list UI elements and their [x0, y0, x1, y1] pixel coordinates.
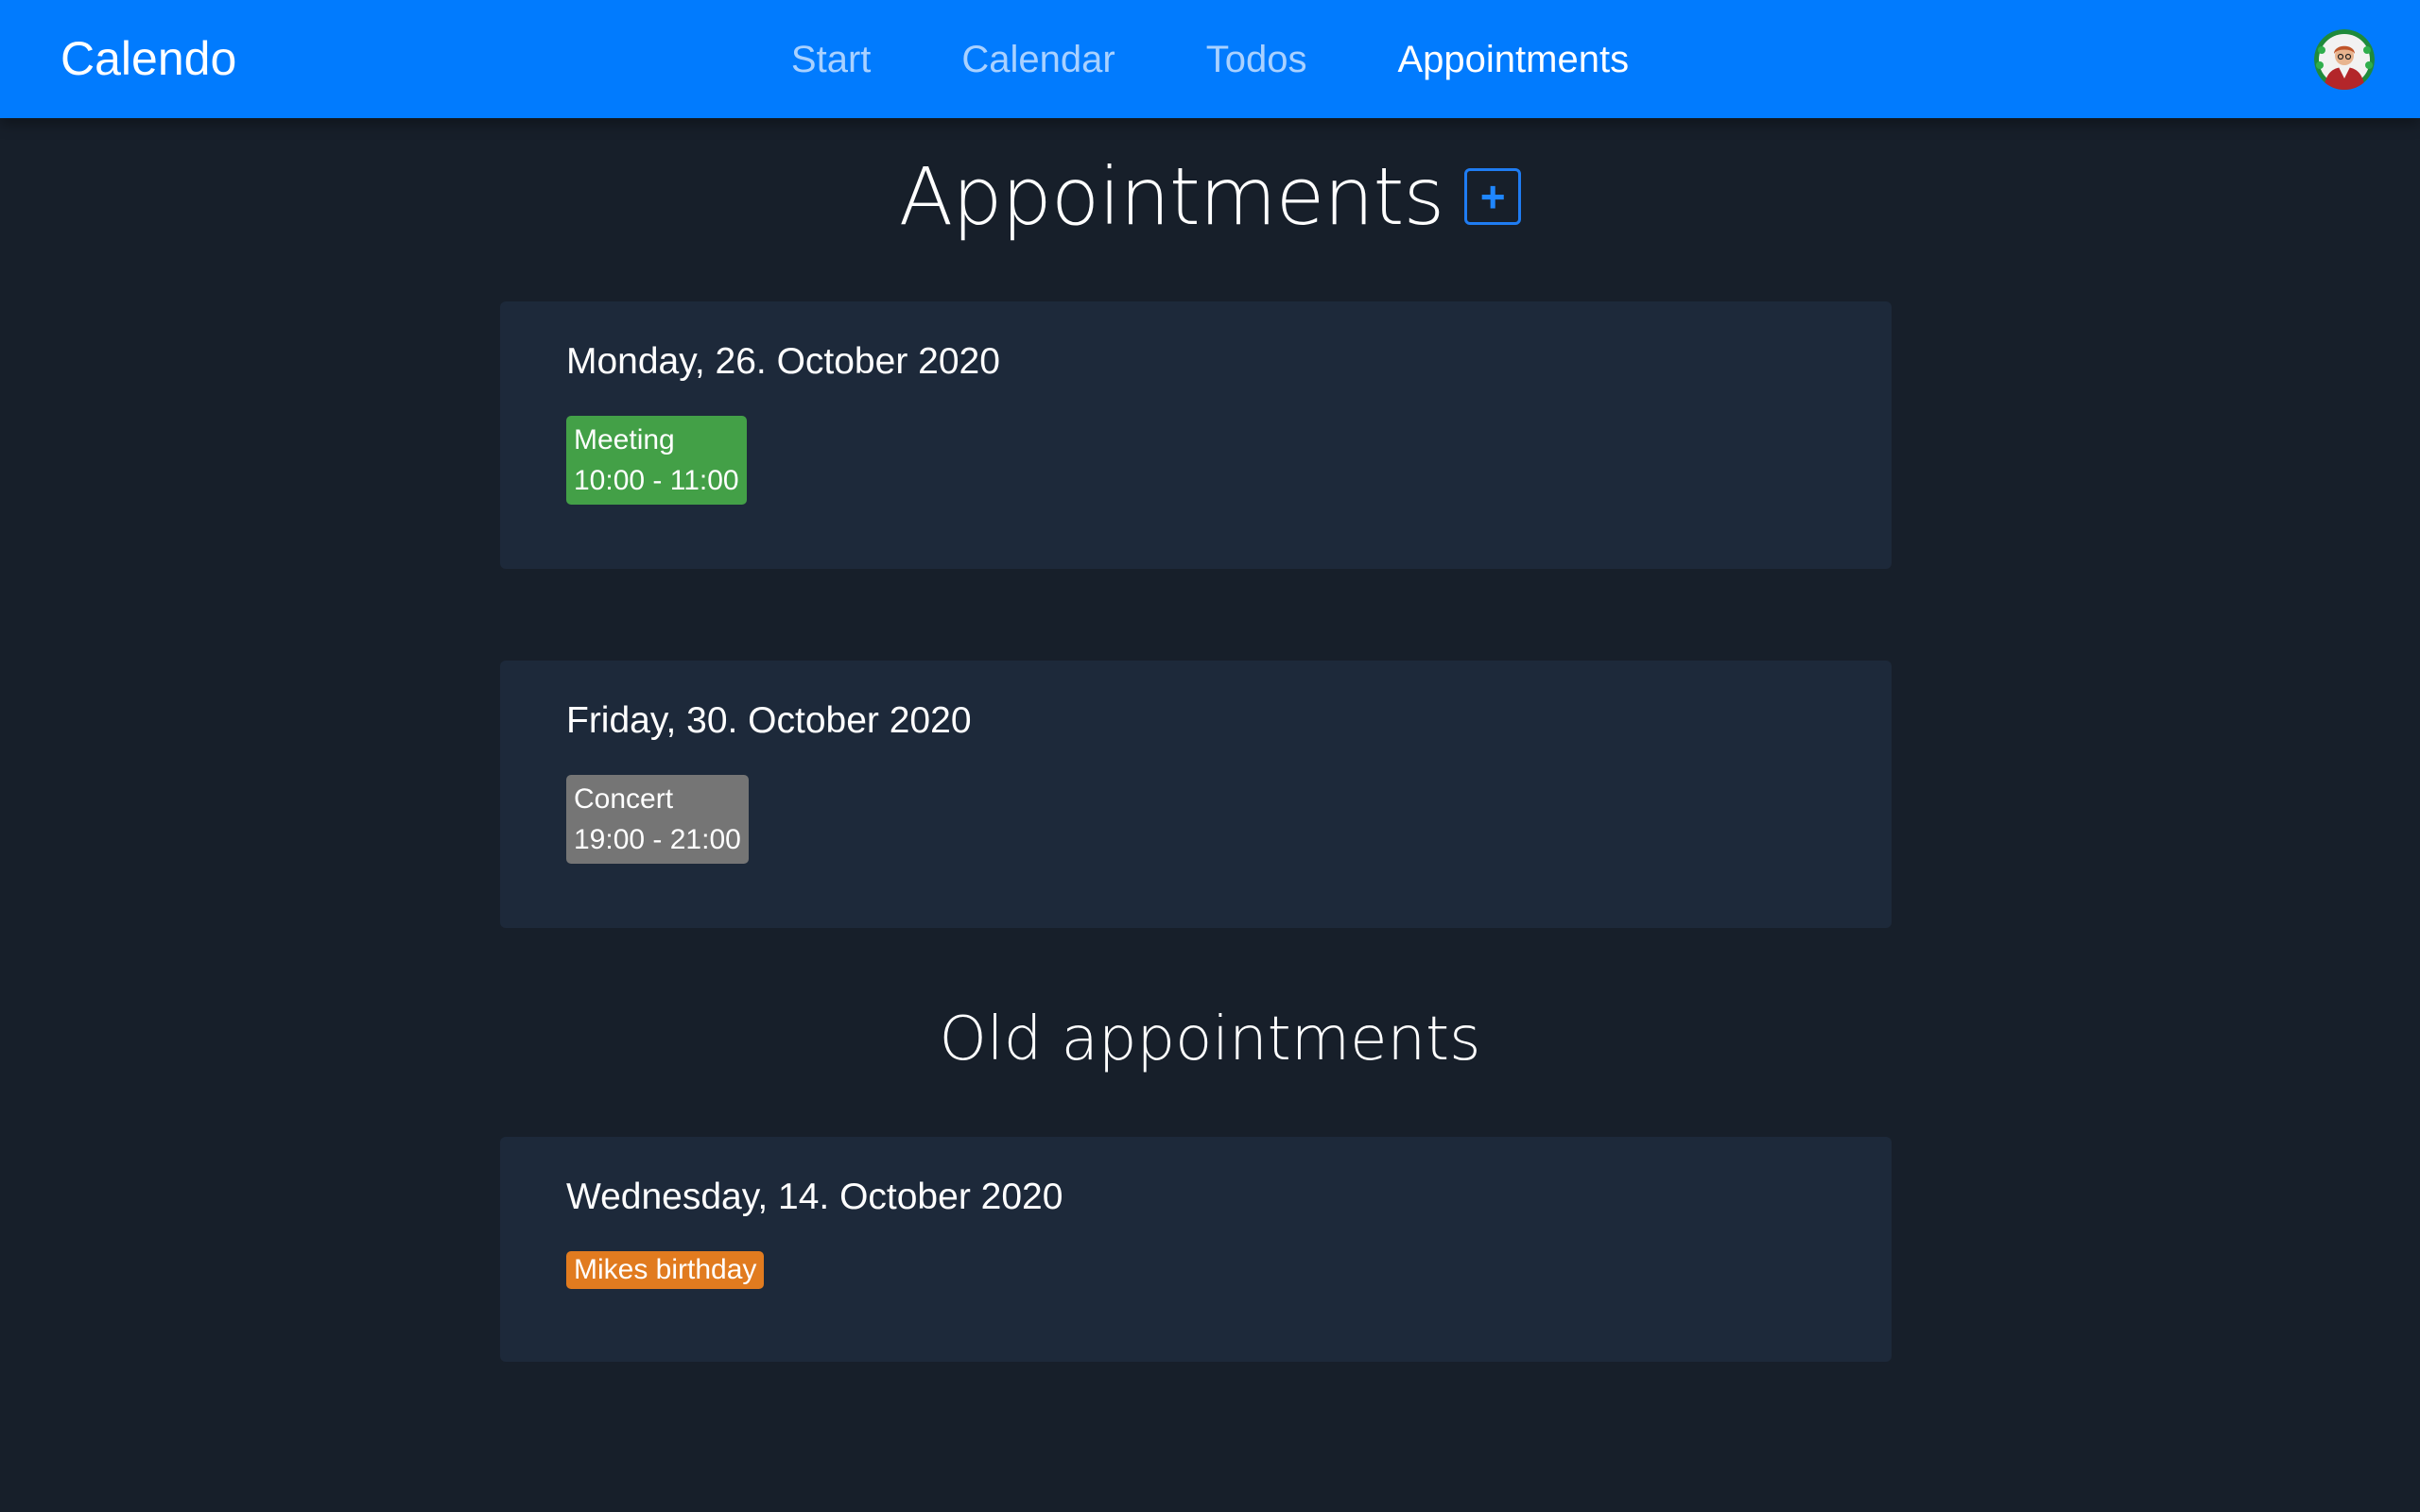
- day-date: Wednesday, 14. October 2020: [566, 1177, 1063, 1217]
- page-title: Appointments: [898, 150, 1444, 243]
- user-avatar-icon[interactable]: [2314, 29, 2375, 90]
- old-appointments-heading: Old appointments: [939, 1005, 1481, 1074]
- appointment-title: Concert: [574, 783, 674, 815]
- day-date: Friday, 30. October 2020: [566, 700, 972, 741]
- day-date: Monday, 26. October 2020: [566, 341, 1000, 382]
- day-card: Wednesday, 14. October 2020 Mikes birthd…: [500, 1137, 1892, 1362]
- add-appointment-button[interactable]: +: [1464, 168, 1522, 225]
- nav-link-start[interactable]: Start: [791, 36, 871, 83]
- top-navbar: Calendo Start Calendar Todos Appointment…: [0, 0, 2420, 118]
- appointment-chip[interactable]: Concert 19:00 - 21:00: [566, 775, 749, 864]
- main-nav: Start Calendar Todos Appointments: [0, 0, 2420, 118]
- appointment-title: Meeting: [574, 424, 675, 455]
- day-card: Monday, 26. October 2020 Meeting 10:00 -…: [500, 301, 1892, 569]
- appointment-chip[interactable]: Meeting 10:00 - 11:00: [566, 416, 747, 505]
- appointment-chip[interactable]: Mikes birthday: [566, 1251, 765, 1289]
- page-heading-row: Appointments +: [0, 151, 2420, 242]
- appointment-title: Mikes birthday: [574, 1254, 757, 1285]
- appointment-time: 19:00 - 21:00: [574, 824, 741, 855]
- nav-link-todos[interactable]: Todos: [1206, 36, 1307, 83]
- day-card: Friday, 30. October 2020 Concert 19:00 -…: [500, 661, 1892, 928]
- nav-link-calendar[interactable]: Calendar: [961, 36, 1115, 83]
- appointment-time: 10:00 - 11:00: [574, 465, 739, 496]
- brand-logo-link[interactable]: Calendo: [60, 28, 236, 89]
- nav-link-appointments[interactable]: Appointments: [1397, 36, 1629, 83]
